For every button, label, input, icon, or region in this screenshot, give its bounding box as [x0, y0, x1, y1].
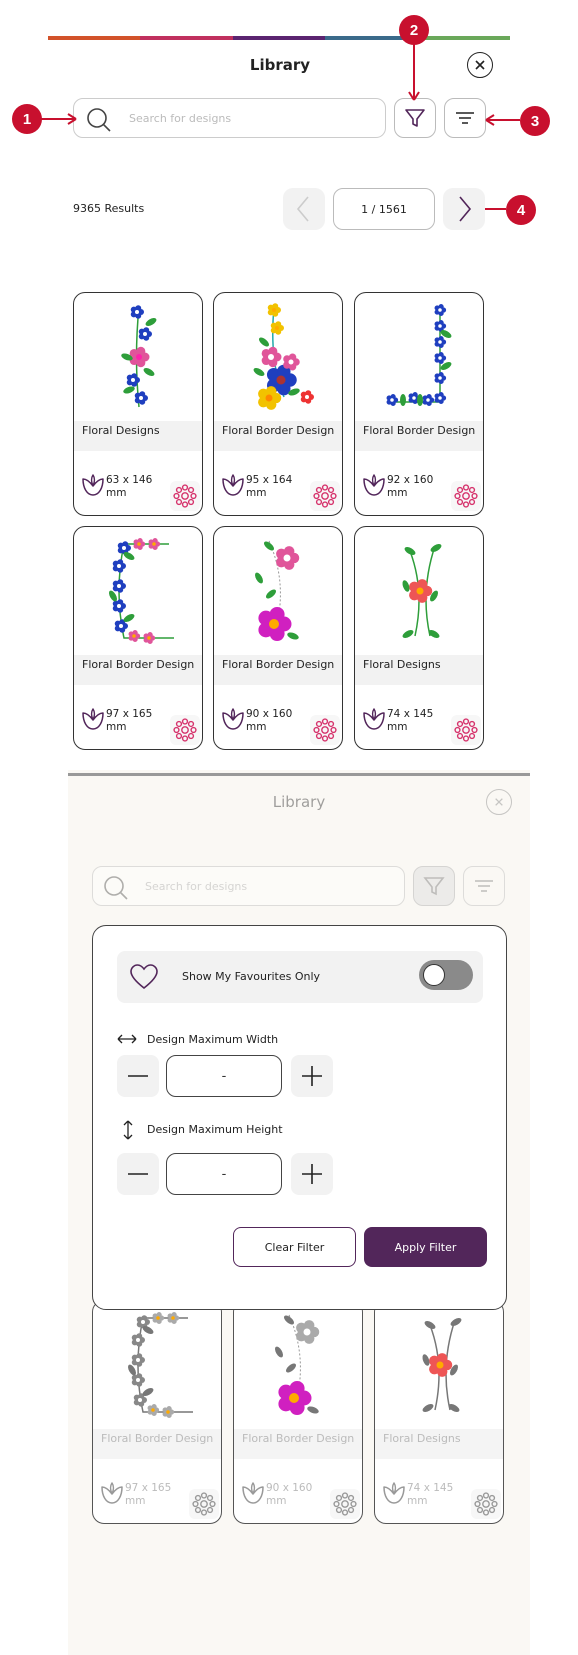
clear-filter-button[interactable]: Clear Filter: [233, 1227, 356, 1267]
design-thumbnail: [93, 1301, 221, 1429]
design-thumbnail: [375, 1301, 503, 1429]
width-arrows-icon: [117, 1034, 137, 1044]
design-card[interactable]: Floral Designs 74 x 145 mm: [354, 526, 484, 750]
height-increase-button[interactable]: [291, 1153, 333, 1195]
tulip-icon: [363, 708, 385, 730]
design-name: Floral Border Design: [82, 658, 195, 671]
chevron-left-icon: [296, 196, 309, 222]
tulip-icon: [222, 474, 244, 496]
settings-button[interactable]: [170, 481, 200, 511]
design-name: Floral Border Design: [222, 658, 335, 671]
callout-4: 4: [506, 195, 536, 225]
design-thumbnail: [74, 527, 202, 655]
plus-icon: [302, 1066, 322, 1086]
width-increase-button[interactable]: [291, 1055, 333, 1097]
page-input[interactable]: 1 / 1561: [333, 188, 435, 230]
results-count: 9365 Results: [73, 202, 145, 215]
settings-button[interactable]: [330, 1489, 360, 1519]
settings-icon: [454, 484, 478, 508]
width-input[interactable]: -: [166, 1055, 282, 1097]
design-size: 90 x 160 mm: [266, 1482, 313, 1507]
filter-panel: Show My Favourites Only Design Maximum W…: [92, 925, 507, 1310]
design-name: Floral Designs: [363, 658, 441, 671]
tulip-icon: [82, 708, 104, 730]
design-thumbnail: [214, 293, 342, 421]
settings-button[interactable]: [451, 715, 481, 745]
design-card[interactable]: Floral Designs 63 x 146 mm: [73, 292, 203, 516]
design-name: Floral Designs: [82, 424, 160, 437]
settings-icon: [313, 484, 337, 508]
height-decrease-button[interactable]: [117, 1153, 159, 1195]
settings-icon: [173, 484, 197, 508]
heart-icon: [130, 964, 158, 990]
height-label: Design Maximum Height: [147, 1123, 283, 1136]
callout-1: 1: [12, 104, 42, 134]
settings-icon: [454, 718, 478, 742]
design-thumbnail: [214, 527, 342, 655]
chevron-right-icon: [459, 196, 472, 222]
design-size: 97 x 165 mm: [106, 708, 153, 733]
design-card[interactable]: Floral Border Design 97 x 165 mm: [92, 1300, 222, 1524]
callout-3: 3: [520, 106, 550, 136]
favourites-toggle[interactable]: [419, 960, 473, 990]
prev-page-button[interactable]: [283, 188, 325, 230]
height-arrows-icon: [123, 1120, 133, 1140]
width-decrease-button[interactable]: [117, 1055, 159, 1097]
tulip-icon: [363, 474, 385, 496]
design-size: 95 x 164 mm: [246, 474, 293, 499]
height-input[interactable]: -: [166, 1153, 282, 1195]
design-card[interactable]: Floral Border Design 97 x 165 mm: [73, 526, 203, 750]
tulip-icon: [383, 1482, 405, 1504]
design-size: 63 x 146 mm: [106, 474, 153, 499]
design-name: Floral Border Design: [222, 424, 335, 437]
design-size: 92 x 160 mm: [387, 474, 434, 499]
tulip-icon: [222, 708, 244, 730]
next-page-button[interactable]: [443, 188, 485, 230]
apply-filter-button[interactable]: Apply Filter: [364, 1227, 487, 1267]
design-size: 74 x 145 mm: [387, 708, 434, 733]
design-size: 97 x 165 mm: [125, 1482, 172, 1507]
width-label: Design Maximum Width: [147, 1033, 279, 1046]
minus-icon: [128, 1075, 148, 1077]
design-card[interactable]: Floral Border Design 95 x 164 mm: [213, 292, 343, 516]
settings-icon: [192, 1492, 216, 1516]
favourites-label: Show My Favourites Only: [182, 970, 321, 983]
settings-button[interactable]: [189, 1489, 219, 1519]
favourites-row[interactable]: Show My Favourites Only: [117, 951, 483, 1003]
design-card[interactable]: Floral Border Design 90 x 160 mm: [233, 1300, 363, 1524]
design-thumbnail: [234, 1301, 362, 1429]
design-card[interactable]: Floral Designs 74 x 145 mm: [374, 1300, 504, 1524]
settings-button[interactable]: [310, 481, 340, 511]
settings-button[interactable]: [310, 715, 340, 745]
settings-button[interactable]: [451, 481, 481, 511]
settings-icon: [333, 1492, 357, 1516]
design-name: Floral Border Design: [101, 1432, 214, 1445]
design-card[interactable]: Floral Border Design 92 x 160 mm: [354, 292, 484, 516]
settings-icon: [173, 718, 197, 742]
design-size: 90 x 160 mm: [246, 708, 293, 733]
settings-icon: [474, 1492, 498, 1516]
design-name: Floral Border Design: [242, 1432, 355, 1445]
design-thumbnail: [355, 293, 483, 421]
top-color-bar: [68, 773, 530, 776]
tulip-icon: [242, 1482, 264, 1504]
design-name: Floral Designs: [383, 1432, 461, 1445]
tulip-icon: [101, 1482, 123, 1504]
design-thumbnail: [355, 527, 483, 655]
callout-2: 2: [399, 15, 429, 45]
design-card[interactable]: Floral Border Design 90 x 160 mm: [213, 526, 343, 750]
settings-icon: [313, 718, 337, 742]
tulip-icon: [82, 474, 104, 496]
plus-icon: [302, 1164, 322, 1184]
design-thumbnail: [74, 293, 202, 421]
design-name: Floral Border Design: [363, 424, 476, 437]
design-size: 74 x 145 mm: [407, 1482, 454, 1507]
settings-button[interactable]: [170, 715, 200, 745]
settings-button[interactable]: [471, 1489, 501, 1519]
minus-icon: [128, 1173, 148, 1175]
